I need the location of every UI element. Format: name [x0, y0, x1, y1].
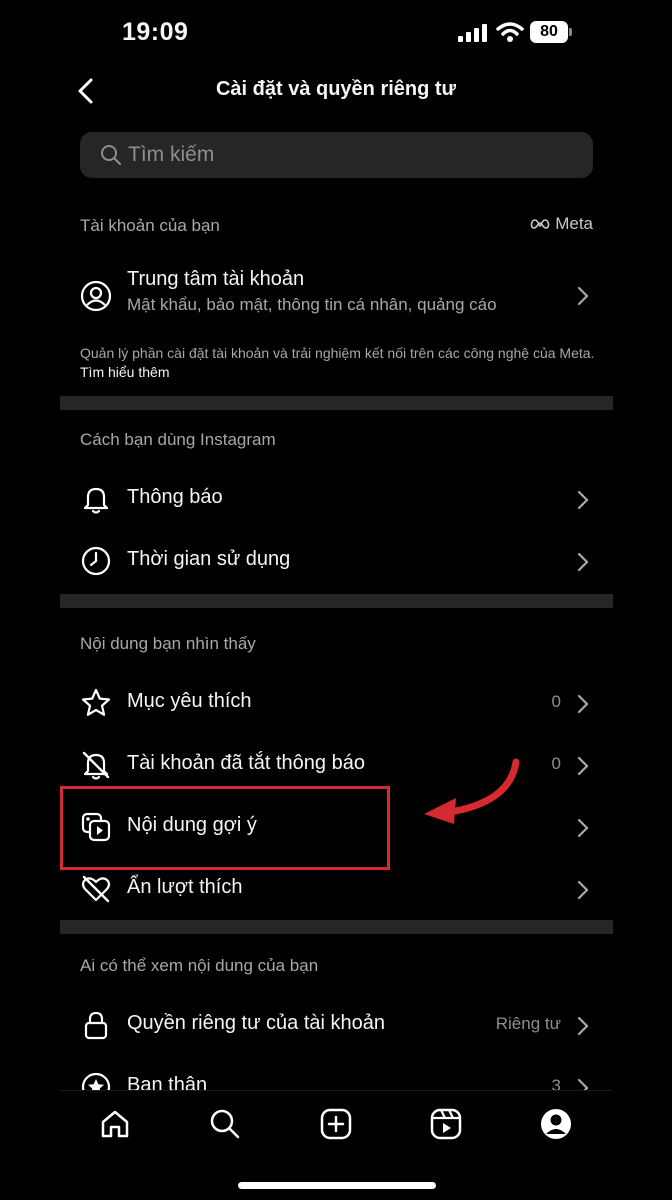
page-header: Cài đặt và quyền riêng tư [60, 66, 612, 116]
create-icon[interactable] [319, 1107, 353, 1141]
clock-icon [81, 546, 111, 576]
user-circle-icon [80, 280, 112, 312]
chevron-right-icon [577, 552, 589, 572]
favorites-label: Mục yêu thích [127, 690, 252, 712]
status-bar: 19:09 80 [0, 0, 672, 66]
section-divider [60, 920, 613, 934]
chevron-right-icon [577, 490, 589, 510]
section-heading-content-seen: Nội dung bạn nhìn thấy [80, 634, 256, 653]
account-privacy-value: Riêng tư [495, 1014, 561, 1033]
search-placeholder: Tìm kiếm [128, 143, 215, 166]
reels-icon[interactable] [429, 1107, 463, 1141]
notifications-label: Thông báo [127, 486, 223, 508]
lock-icon [84, 1011, 108, 1040]
section-heading-account: Tài khoản của bạn [80, 216, 220, 235]
meta-infinity-icon [530, 219, 550, 229]
chevron-right-icon [577, 286, 589, 306]
notifications-row[interactable]: Thông báo [60, 468, 613, 530]
muted-accounts-count: 0 [551, 754, 561, 773]
account-center-row[interactable]: Trung tâm tài khoản Mật khẩu, bảo mật, t… [60, 258, 613, 332]
chevron-right-icon [577, 818, 589, 838]
account-privacy-row[interactable]: Quyền riêng tư của tài khoản Riêng tư [60, 994, 613, 1056]
section-divider [60, 594, 613, 608]
learn-more-link[interactable]: Tìm hiểu thêm [80, 364, 169, 380]
profile-icon[interactable] [539, 1107, 573, 1141]
cellular-signal-icon [458, 24, 487, 42]
search-icon[interactable] [208, 1107, 242, 1141]
battery-tip [569, 28, 572, 36]
bell-muted-icon [82, 751, 110, 780]
favorites-row[interactable]: Mục yêu thích 0 [60, 672, 613, 734]
home-indicator [238, 1182, 436, 1189]
section-divider [60, 396, 613, 410]
page-title: Cài đặt và quyền riêng tư [215, 78, 457, 100]
favorites-count: 0 [551, 692, 561, 711]
star-icon [81, 688, 111, 716]
bell-icon [83, 487, 109, 514]
search-input[interactable]: Tìm kiếm [80, 132, 593, 178]
account-center-title: Trung tâm tài khoản [127, 268, 305, 290]
time-spent-label: Thời gian sử dụng [127, 548, 291, 570]
meta-logo: Meta [529, 214, 593, 234]
hide-likes-label: Ẩn lượt thích [127, 876, 243, 898]
search-icon [101, 145, 121, 165]
account-note: Quản lý phần cài đặt tài khoản và trải n… [80, 344, 595, 382]
muted-accounts-label: Tài khoản đã tắt thông báo [127, 752, 365, 774]
account-privacy-label: Quyền riêng tư của tài khoản [127, 1012, 385, 1034]
wifi-icon [496, 22, 524, 42]
heart-hidden-icon [81, 875, 111, 903]
time-spent-row[interactable]: Thời gian sử dụng [60, 530, 613, 592]
battery-level: 80 [530, 21, 568, 43]
chevron-right-icon [577, 756, 589, 776]
account-center-subtitle: Mật khẩu, bảo mật, thông tin cá nhân, qu… [127, 295, 497, 314]
chevron-right-icon [577, 1016, 589, 1036]
bottom-tab-bar [60, 1090, 613, 1160]
section-heading-usage: Cách bạn dùng Instagram [80, 430, 276, 449]
status-time: 19:09 [122, 18, 189, 46]
chevron-right-icon [577, 880, 589, 900]
account-note-text: Quản lý phần cài đặt tài khoản và trải n… [80, 345, 595, 361]
chevron-right-icon [577, 694, 589, 714]
meta-label: Meta [555, 214, 593, 233]
highlight-box [60, 786, 390, 870]
section-heading-who-sees: Ai có thể xem nội dung của bạn [80, 956, 319, 975]
settings-list: Tìm kiếm Tài khoản của bạn Meta Trung tâ… [60, 118, 613, 1102]
home-icon[interactable] [98, 1107, 132, 1141]
annotation-arrow-icon [424, 758, 520, 824]
